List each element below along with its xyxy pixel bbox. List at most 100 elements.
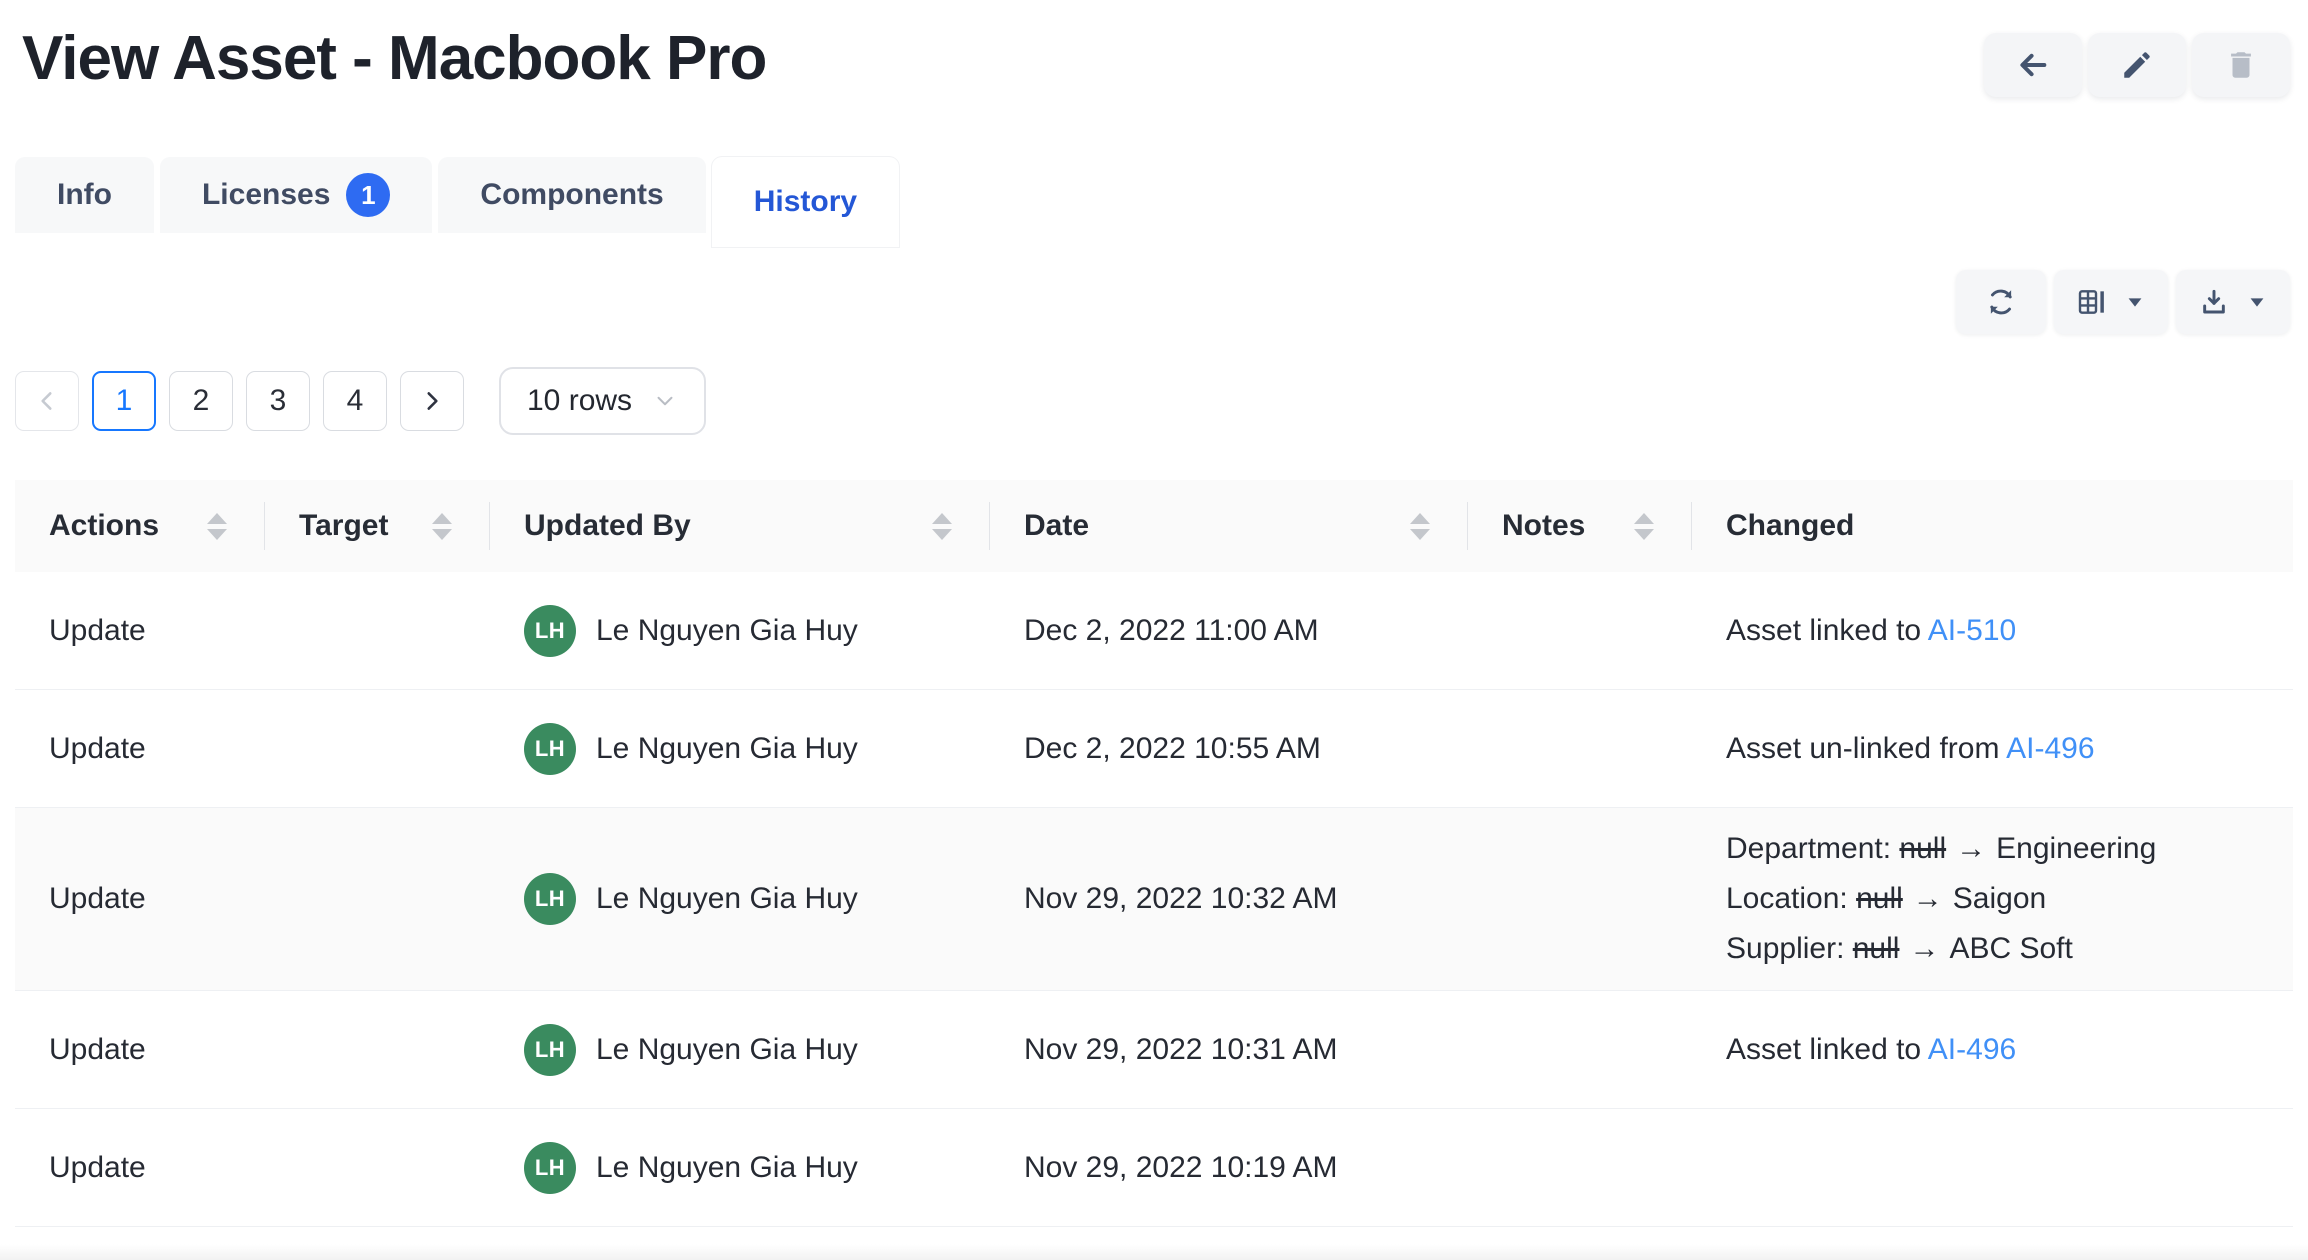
download-icon (2198, 286, 2230, 318)
bottom-fade (0, 1244, 2308, 1260)
column-header-updated-by[interactable]: Updated By (490, 480, 990, 572)
cell-updated-by: LH Le Nguyen Gia Huy (490, 723, 990, 775)
cell-updated-by: LH Le Nguyen Gia Huy (490, 1142, 990, 1194)
page-title: View Asset - Macbook Pro (22, 24, 766, 94)
old-value: null (1899, 832, 1946, 865)
cell-actions: Update (15, 1151, 265, 1185)
page-header: View Asset - Macbook Pro (0, 0, 2308, 97)
arrow-right-glyph: → (1956, 832, 1986, 865)
cell-changed: Department: null→EngineeringLocation: nu… (1692, 808, 2293, 990)
next-page-button[interactable] (400, 371, 464, 431)
prev-page-button[interactable] (15, 371, 79, 431)
user-name: Le Nguyen Gia Huy (596, 614, 858, 648)
columns-button[interactable] (2054, 270, 2168, 334)
new-value: Saigon (1953, 882, 2046, 915)
cell-date: Nov 29, 2022 10:31 AM (990, 1033, 1468, 1067)
tab-label: Components (480, 178, 663, 212)
edit-button[interactable] (2088, 33, 2186, 97)
changed-line: Asset un-linked from AI-496 (1726, 724, 2255, 774)
column-label: Target (299, 509, 388, 543)
page-3-button[interactable]: 3 (246, 371, 310, 431)
column-header-changed: Changed (1692, 480, 2293, 572)
new-value: ABC Soft (1949, 932, 2072, 965)
caret-down-icon (2246, 291, 2268, 313)
column-header-actions[interactable]: Actions (15, 480, 265, 572)
rows-per-page-select[interactable]: 10 rows (499, 367, 706, 435)
cell-changed: Asset linked to AI-496 (1692, 1009, 2293, 1091)
changed-field: Supplier: (1726, 932, 1853, 965)
page-4-button[interactable]: 4 (323, 371, 387, 431)
tab-licenses[interactable]: Licenses 1 (160, 157, 432, 233)
cell-date: Nov 29, 2022 10:32 AM (990, 882, 1468, 916)
trash-icon (2224, 48, 2258, 82)
avatar: LH (524, 873, 576, 925)
table-row: Update LH Le Nguyen Gia Huy Dec 2, 2022 11:… (15, 572, 2293, 690)
tab-components[interactable]: Components (438, 157, 705, 233)
table-body: Update LH Le Nguyen Gia Huy Dec 2, 2022 11:… (15, 572, 2293, 1227)
asset-link[interactable]: AI-510 (1928, 614, 2016, 647)
chevron-right-icon (419, 388, 445, 414)
changed-line: Department: null→Engineering (1726, 824, 2255, 874)
tab-history[interactable]: History (712, 157, 899, 247)
avatar: LH (524, 723, 576, 775)
table-toolbar (0, 270, 2308, 334)
cell-updated-by: LH Le Nguyen Gia Huy (490, 605, 990, 657)
asset-link[interactable]: AI-496 (1928, 1033, 2016, 1066)
back-button[interactable] (1984, 33, 2082, 97)
table-row: UpdateLHLe Nguyen Gia HuyNov 29, 2022 10… (15, 991, 2293, 1109)
cell-updated-by: LH Le Nguyen Gia Huy (490, 1024, 990, 1076)
avatar: LH (524, 605, 576, 657)
cell-changed (1692, 1152, 2293, 1184)
table-header-row: Actions Target Updated By Date Notes Changed (15, 480, 2293, 572)
column-label: Updated By (524, 509, 691, 543)
pencil-icon (2120, 48, 2154, 82)
cell-date: Dec 2, 2022 10:55 AM (990, 732, 1468, 766)
cell-date: Dec 2, 2022 11:00 AM (990, 614, 1468, 648)
caret-down-icon (2124, 291, 2146, 313)
new-value: Engineering (1996, 832, 2156, 865)
sort-icon (207, 513, 227, 540)
arrow-right-glyph: → (1913, 882, 1943, 915)
old-value: null (1856, 882, 1903, 915)
header-actions (1984, 33, 2290, 97)
user-name: Le Nguyen Gia Huy (596, 882, 858, 916)
cell-changed: Asset linked to AI-510 (1692, 590, 2293, 672)
cell-actions: Update (15, 614, 265, 648)
arrow-right-glyph: → (1909, 932, 1939, 965)
table-row: Update LH Le Nguyen Gia Huy Nov 29, 2022 10… (15, 808, 2293, 991)
changed-text: Asset un-linked from (1726, 732, 2006, 765)
user-name: Le Nguyen Gia Huy (596, 732, 858, 766)
page-buttons: 1234 (92, 371, 387, 431)
cell-updated-by: LH Le Nguyen Gia Huy (490, 873, 990, 925)
column-header-notes[interactable]: Notes (1468, 480, 1692, 572)
delete-button[interactable] (2192, 33, 2290, 97)
cell-actions: Update (15, 882, 265, 916)
export-button[interactable] (2176, 270, 2290, 334)
user-name: Le Nguyen Gia Huy (596, 1033, 858, 1067)
table-columns-icon (2076, 286, 2108, 318)
changed-line: Asset linked to AI-496 (1726, 1025, 2255, 1075)
cell-actions: Update (15, 732, 265, 766)
avatar: LH (524, 1024, 576, 1076)
old-value: null (1853, 932, 1900, 965)
column-header-date[interactable]: Date (990, 480, 1468, 572)
changed-line: Supplier: null → ABC Soft (1726, 924, 2255, 974)
changed-line: Asset linked to AI-510 (1726, 606, 2255, 656)
column-header-target[interactable]: Target (265, 480, 490, 572)
page-1-button[interactable]: 1 (92, 371, 156, 431)
refresh-icon (1985, 286, 2017, 318)
tab-bar: Info Licenses 1 Components History (0, 157, 2308, 247)
avatar: LH (524, 1142, 576, 1194)
column-label: Notes (1502, 509, 1585, 543)
asset-link[interactable]: AI-496 (2006, 732, 2094, 765)
page-2-button[interactable]: 2 (169, 371, 233, 431)
rows-per-page-value: 10 rows (527, 384, 632, 418)
tab-label: Licenses (202, 178, 330, 212)
user-name: Le Nguyen Gia Huy (596, 1151, 858, 1185)
refresh-button[interactable] (1956, 270, 2046, 334)
cell-date: Nov 29, 2022 10:19 AM (990, 1151, 1468, 1185)
tab-info[interactable]: Info (15, 157, 154, 233)
table-row: Update LH Le Nguyen Gia Huy Nov 29, 2022 10… (15, 1109, 2293, 1227)
tab-label: History (754, 185, 857, 219)
pagination: 1234 10 rows (0, 367, 2308, 435)
